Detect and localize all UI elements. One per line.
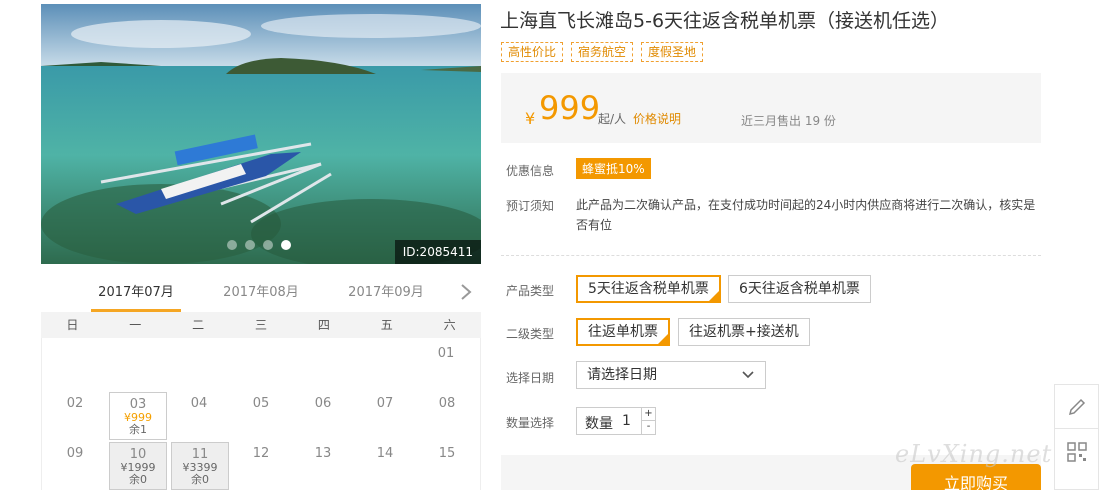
day-number: 02 — [66, 396, 84, 411]
day-number: 14 — [376, 446, 394, 461]
product-tag: 宿务航空 — [571, 42, 634, 62]
weekday-label: 六 — [443, 318, 456, 332]
day-number: 01 — [437, 346, 455, 361]
sub-type-label: 二级类型 — [506, 327, 555, 341]
day-number: 06 — [314, 396, 332, 411]
date-select-value: 请选择日期 — [587, 367, 657, 383]
day-number: 07 — [376, 396, 394, 411]
sub-type-option[interactable]: 往返机票+接送机 — [678, 318, 810, 346]
day-number: 09 — [66, 446, 84, 461]
quantity-minus-button[interactable]: - — [641, 421, 655, 434]
day-remaining: 余1 — [129, 423, 147, 436]
day-number: 08 — [438, 396, 456, 411]
feedback-button[interactable] — [1055, 385, 1098, 429]
calendar-day[interactable]: 09 — [46, 440, 104, 488]
calendar-grid: 01 02 03 ¥999 余1 04 05 06 07 08 09 10 ¥1… — [41, 338, 481, 490]
day-remaining: 余0 — [129, 473, 147, 486]
day-number: 15 — [438, 446, 456, 461]
calendar-day[interactable]: 05 — [232, 390, 290, 438]
carousel-dots — [227, 240, 291, 250]
tab-month-august[interactable]: 2017年08月 — [216, 276, 306, 312]
quantity-inner-label: 数量 — [585, 416, 613, 432]
price-amount: 999 — [539, 89, 601, 127]
booking-notice-text: 此产品为二次确认产品，在支付成功时间起的24小时内供应商将进行二次确认，核实是否… — [576, 198, 1036, 232]
product-tags: 高性价比 宿务航空 度假圣地 — [501, 42, 704, 62]
day-number: 12 — [252, 446, 270, 461]
calendar-day[interactable]: 08 — [418, 390, 476, 438]
weekday-label: 一 — [129, 318, 142, 332]
tab-month-july[interactable]: 2017年07月 — [91, 276, 181, 312]
quantity-value[interactable]: 1 — [622, 413, 631, 429]
day-number: 05 — [252, 396, 270, 411]
side-toolbar — [1054, 384, 1099, 490]
calendar-month-tabs: 2017年07月 2017年08月 2017年09月 — [41, 276, 481, 312]
calendar-day[interactable]: 04 — [170, 390, 228, 438]
qrcode-button[interactable] — [1055, 430, 1098, 474]
carousel-dot[interactable] — [245, 240, 255, 250]
day-number: 13 — [314, 446, 332, 461]
day-remaining: 余0 — [191, 473, 209, 486]
calendar-day-soldout[interactable]: 11 ¥3399 余0 — [171, 442, 229, 490]
day-number: 04 — [190, 396, 208, 411]
price-panel: ¥ 999 起/人 价格说明 近三月售出 19 份 — [501, 73, 1041, 143]
weekday-label: 日 — [66, 318, 79, 332]
weekday-label: 三 — [255, 318, 268, 332]
calendar-day[interactable]: 01 — [417, 340, 475, 388]
currency-symbol: ¥ — [525, 109, 536, 128]
weekday-label: 五 — [380, 318, 393, 332]
image-id-label: ID:2085411 — [394, 240, 481, 264]
day-number: 11 — [191, 447, 209, 462]
quantity-label: 数量选择 — [506, 416, 555, 430]
calendar-day[interactable]: 13 — [294, 440, 352, 488]
carousel-dot[interactable] — [263, 240, 273, 250]
price-unit: 起/人 — [598, 112, 627, 126]
calendar-day[interactable]: 02 — [46, 390, 104, 438]
chevron-right-icon[interactable] — [457, 282, 475, 302]
chevron-down-icon — [742, 371, 754, 379]
pencil-icon — [1068, 398, 1085, 415]
date-label: 选择日期 — [506, 371, 555, 385]
sub-type-option-selected[interactable]: 往返单机票 — [576, 318, 670, 346]
date-select[interactable]: 请选择日期 — [576, 361, 766, 389]
quantity-plus-button[interactable]: + — [641, 408, 655, 421]
carousel-dot[interactable] — [227, 240, 237, 250]
weekday-label: 四 — [317, 318, 330, 332]
calendar-day-soldout[interactable]: 10 ¥1999 余0 — [109, 442, 167, 490]
discount-label: 优惠信息 — [506, 164, 555, 178]
carousel-dot-active[interactable] — [281, 240, 291, 250]
day-number: 10 — [129, 447, 147, 462]
weekday-label: 二 — [192, 318, 205, 332]
beach-boat-photo — [41, 4, 481, 264]
product-type-option[interactable]: 6天往返含税单机票 — [728, 275, 871, 303]
section-divider — [501, 255, 1041, 256]
product-type-option-selected[interactable]: 5天往返含税单机票 — [576, 275, 721, 303]
product-tag: 高性价比 — [501, 42, 564, 62]
product-type-label: 产品类型 — [506, 284, 555, 298]
day-number: 03 — [129, 397, 147, 412]
calendar-weekday-header: 日 一 二 三 四 五 六 — [41, 312, 481, 338]
product-image-carousel[interactable]: ID:2085411 — [41, 4, 481, 264]
product-title: 上海直飞长滩岛5-6天往返含税单机票（接送机任选） — [500, 10, 950, 32]
quantity-stepper[interactable]: 数量 1 + - — [576, 407, 656, 435]
calendar-day-available[interactable]: 03 ¥999 余1 — [109, 392, 167, 440]
price-explain-link[interactable]: 价格说明 — [633, 110, 681, 127]
calendar-day[interactable]: 12 — [232, 440, 290, 488]
tab-month-september[interactable]: 2017年09月 — [341, 276, 431, 312]
calendar-day[interactable]: 14 — [356, 440, 414, 488]
calendar-day[interactable]: 15 — [418, 440, 476, 488]
discount-badge: 蜂蜜抵10% — [576, 158, 651, 179]
notice-label: 预订须知 — [506, 199, 555, 213]
sold-count: 近三月售出 19 份 — [741, 114, 836, 128]
calendar-day[interactable]: 06 — [294, 390, 352, 438]
calendar-day[interactable]: 07 — [356, 390, 414, 438]
site-watermark: eLvXing.net — [895, 440, 1053, 468]
qrcode-icon — [1066, 442, 1087, 462]
product-tag: 度假圣地 — [641, 42, 704, 62]
